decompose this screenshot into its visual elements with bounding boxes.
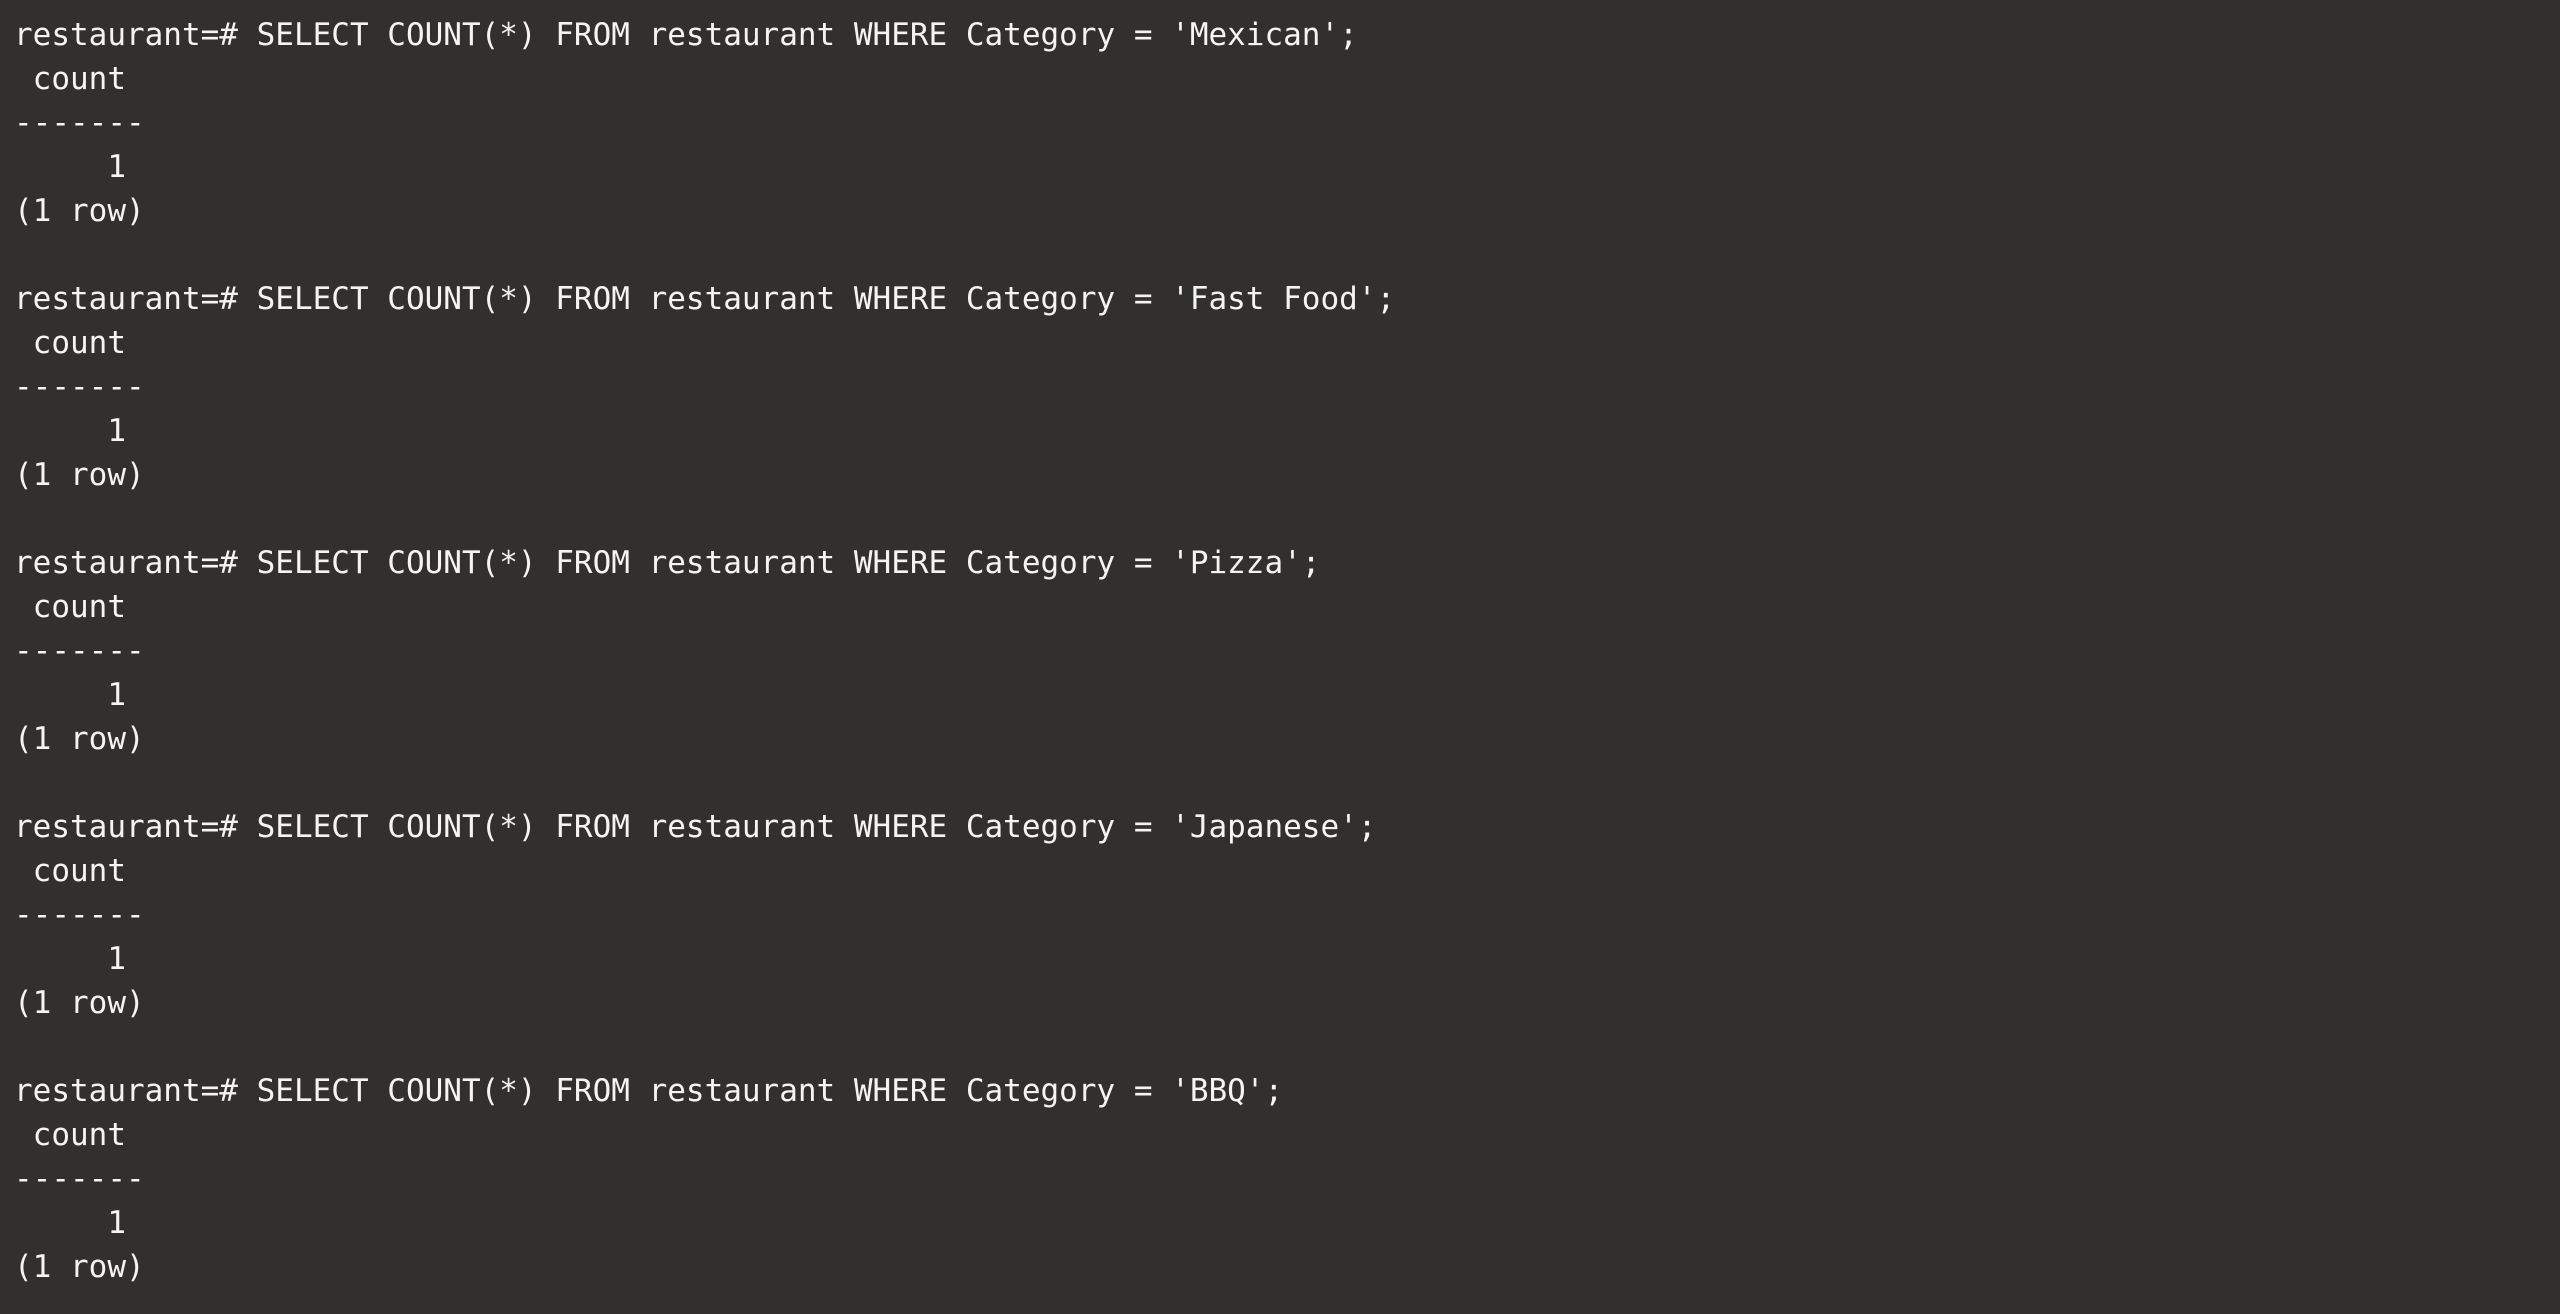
command-line: restaurant=# SELECT COUNT(*) FROM restau… — [14, 13, 2560, 57]
row-count: (1 row) — [14, 193, 145, 229]
result-separator: ------- — [14, 369, 145, 405]
result-value: 1 — [14, 677, 126, 713]
result-value: 1 — [14, 1205, 126, 1241]
result-separator: ------- — [14, 1161, 145, 1197]
result-column-header: count — [14, 325, 126, 361]
command-line: restaurant=# SELECT COUNT(*) FROM restau… — [14, 805, 2560, 849]
command-line: restaurant=# SELECT COUNT(*) FROM restau… — [14, 1069, 2560, 1113]
result-separator: ------- — [14, 897, 145, 933]
sql-command: SELECT COUNT(*) FROM restaurant WHERE Ca… — [256, 17, 1358, 53]
result-separator: ------- — [14, 633, 145, 669]
row-count: (1 row) — [14, 1249, 145, 1285]
row-count: (1 row) — [14, 985, 145, 1021]
result-column-header: count — [14, 589, 126, 625]
result-column-header: count — [14, 61, 126, 97]
command-line: restaurant=# SELECT COUNT(*) FROM restau… — [14, 541, 2560, 585]
result-separator: ------- — [14, 105, 145, 141]
prompt: restaurant=# — [14, 281, 238, 317]
prompt: restaurant=# — [14, 17, 238, 53]
result-column-header: count — [14, 853, 126, 889]
terminal-window[interactable]: restaurant=# SELECT COUNT(*) FROM restau… — [0, 0, 2560, 1314]
sql-command: SELECT COUNT(*) FROM restaurant WHERE Ca… — [256, 281, 1396, 317]
command-line: restaurant=# SELECT COUNT(*) FROM restau… — [14, 277, 2560, 321]
sql-command: SELECT COUNT(*) FROM restaurant WHERE Ca… — [256, 545, 1321, 581]
sql-command: SELECT COUNT(*) FROM restaurant WHERE Ca… — [256, 1073, 1284, 1109]
result-value: 1 — [14, 413, 126, 449]
result-value: 1 — [14, 149, 126, 185]
sql-command: SELECT COUNT(*) FROM restaurant WHERE Ca… — [256, 809, 1377, 845]
row-count: (1 row) — [14, 721, 145, 757]
result-value: 1 — [14, 941, 126, 977]
result-column-header: count — [14, 1117, 126, 1153]
prompt: restaurant=# — [14, 545, 238, 581]
row-count: (1 row) — [14, 457, 145, 493]
prompt: restaurant=# — [14, 809, 238, 845]
prompt: restaurant=# — [14, 1073, 238, 1109]
